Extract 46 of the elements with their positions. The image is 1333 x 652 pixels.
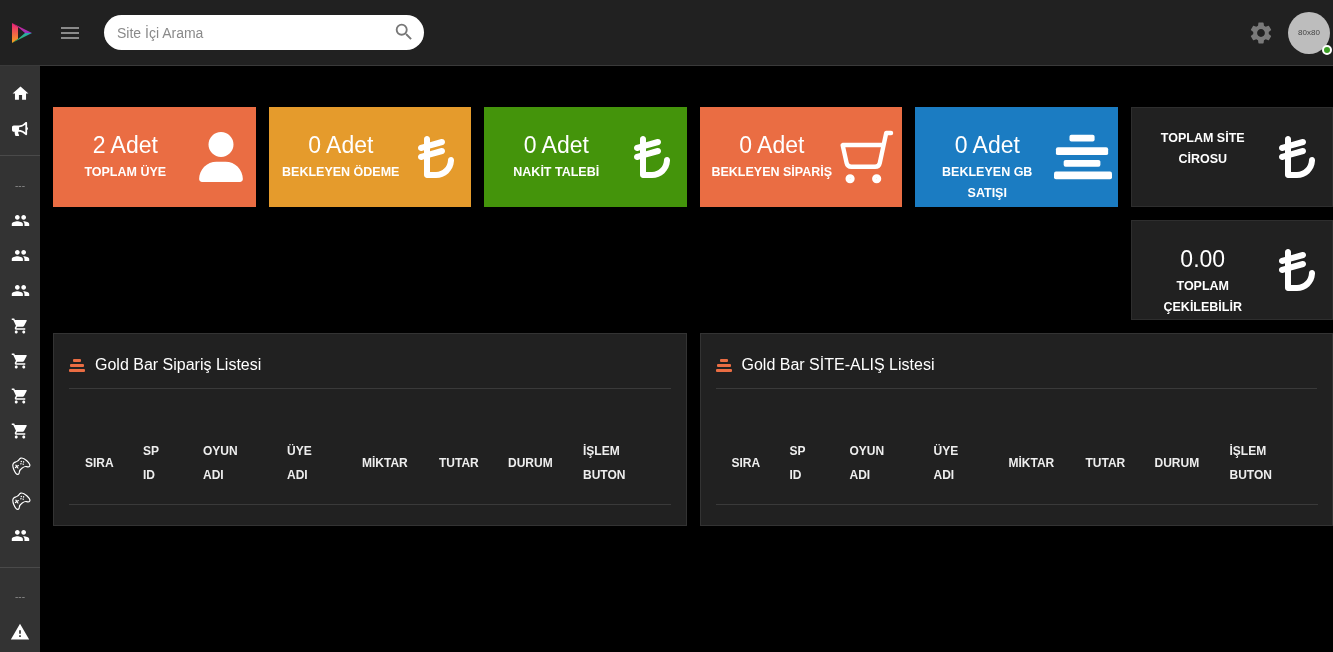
stat-label: TOPLAM ÜYE [84,164,167,181]
stat-label: BEKLEYEN GB SATIŞI [941,164,1034,202]
column-header: ÜYE ADI [933,444,959,482]
column-header: SIRA [85,456,114,470]
column-header: DURUM [508,456,553,470]
cart-icon[interactable] [11,386,29,405]
stat-label: TOPLAM ÇEKİLEBİLİR [1162,278,1243,316]
column-header: MİKTAR [1008,456,1055,470]
cart-icon[interactable] [11,421,29,440]
home-icon[interactable] [10,84,30,103]
stat-value: 0 Adet [308,131,374,159]
stat-label: BEKLEYEN SİPARİŞ [711,164,833,181]
stat-label: BEKLEYEN ÖDEME [282,164,400,181]
stat-value: 0 Adet [523,131,589,159]
search-icon[interactable] [393,21,415,43]
column-header: DURUM [1154,456,1200,470]
panel-title: Gold Bar Sipariş Listesi [95,355,262,375]
stat-value: 0.00 [1180,245,1226,273]
column-header: OYUN ADI [849,444,885,482]
column-header: İŞLEM BUTON [1229,444,1272,482]
column-header: TUTAR [1085,456,1126,470]
column-header: TUTAR [439,456,479,470]
avatar-button[interactable]: 80x80 [1288,11,1330,54]
megaphone-icon[interactable] [12,120,28,137]
column-header: MİKTAR [362,456,408,470]
cart-icon[interactable] [11,316,29,335]
search-field[interactable]: Site İçi Arama [104,15,424,50]
bullion-icon [715,358,732,372]
section-heading: --- [15,180,25,191]
column-header: OYUN ADI [203,444,238,482]
column-header: İŞLEM BUTON [583,444,626,482]
stat-label: NAKİT TALEBİ [513,164,600,181]
cart-icon[interactable] [11,351,29,370]
column-header: SP ID [143,444,159,482]
column-header: SIRA [731,456,761,470]
bullion-icon [1053,134,1112,180]
panel-title: Gold Bar SİTE-ALIŞ Listesi [741,355,935,375]
column-header: ÜYE ADI [287,444,312,482]
stat-value: 0 Adet [954,131,1020,159]
stat-label: TOPLAM SİTE CİROSU [1159,130,1246,168]
stat-value: 2 Adet [92,131,158,159]
stat-value: 0 Adet [739,131,805,159]
bullion-icon [69,358,85,372]
logo-icon[interactable] [11,21,33,44]
column-header: SP ID [789,444,806,482]
section-heading: --- [15,591,25,602]
